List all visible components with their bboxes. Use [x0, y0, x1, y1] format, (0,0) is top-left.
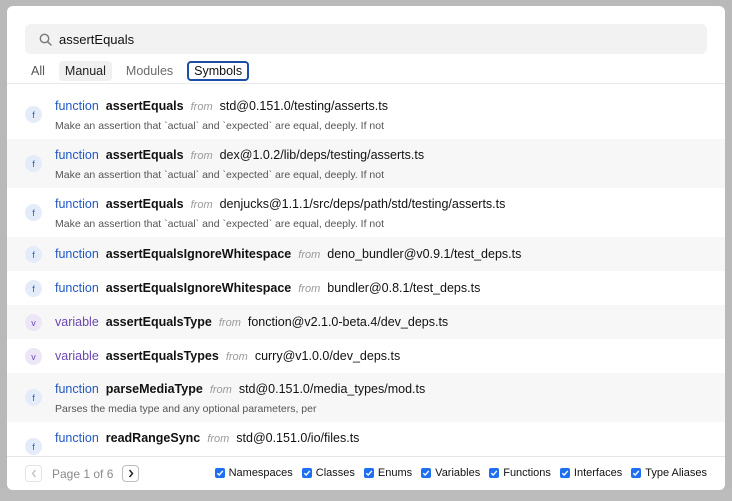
result-from: from — [218, 317, 241, 329]
filter-label: Namespaces — [228, 467, 293, 479]
filter-namespaces[interactable]: Namespaces — [214, 467, 293, 479]
search-bar — [25, 24, 707, 54]
tab-divider — [7, 83, 725, 84]
result-description: Make an assertion that `actual` and `exp… — [55, 120, 384, 132]
checkbox-checked-icon[interactable] — [489, 468, 500, 478]
tab-modules[interactable]: Modules — [120, 61, 179, 81]
filter-label: Variables — [435, 467, 481, 479]
filter-label: Enums — [377, 467, 413, 479]
result-row[interactable]: f function assertEqualsIgnoreWhitespace … — [7, 237, 725, 271]
result-path: bundler@0.8.1/test_deps.ts — [327, 281, 481, 295]
result-row[interactable]: f function assertEquals from denjucks@1.… — [7, 188, 725, 237]
checkbox-checked-icon[interactable] — [301, 468, 312, 478]
function-badge-icon: f — [25, 389, 42, 406]
prev-page-button[interactable] — [25, 465, 42, 482]
result-symbol: assertEquals — [105, 99, 184, 113]
tab-symbols[interactable]: Symbols — [187, 61, 250, 81]
checkbox-checked-icon[interactable] — [214, 468, 225, 478]
result-path: std@0.151.0/io/files.ts — [236, 431, 360, 445]
chevron-left-icon — [31, 469, 36, 478]
result-from: from — [190, 101, 213, 113]
result-from: from — [207, 433, 230, 445]
filter-type-aliases[interactable]: Type Aliases — [631, 467, 707, 479]
result-kind: function — [55, 247, 99, 261]
result-from: from — [209, 384, 232, 396]
results-list: f function assertEquals from std@0.151.0… — [7, 90, 725, 471]
result-kind: function — [55, 148, 99, 162]
result-symbol: assertEqualsIgnoreWhitespace — [105, 247, 292, 261]
result-path: std@0.151.0/media_types/mod.ts — [238, 382, 426, 396]
result-symbol: assertEqualsTypes — [105, 349, 219, 363]
checkbox-checked-icon[interactable] — [363, 468, 374, 478]
filter-label: Interfaces — [573, 467, 623, 479]
kind-filters: Namespaces Classes Enums Variables Funct… — [206, 467, 707, 479]
filter-functions[interactable]: Functions — [489, 467, 551, 479]
tab-all[interactable]: All — [25, 61, 51, 81]
result-from: from — [298, 249, 321, 261]
result-description: Make an assertion that `actual` and `exp… — [55, 169, 384, 181]
filter-classes[interactable]: Classes — [301, 467, 355, 479]
search-icon — [37, 31, 53, 47]
symbol-search-modal: All Manual Modules Symbols f function as… — [7, 6, 725, 490]
result-path: std@0.151.0/testing/asserts.ts — [219, 99, 388, 113]
filter-label: Functions — [503, 467, 551, 479]
result-kind: function — [55, 99, 99, 113]
variable-badge-icon: v — [25, 314, 42, 331]
result-from: from — [225, 351, 248, 363]
result-row[interactable]: v variable assertEqualsTypes from curry@… — [7, 339, 725, 373]
result-kind: function — [55, 382, 99, 396]
function-badge-icon: f — [25, 204, 42, 221]
function-badge-icon: f — [25, 438, 42, 455]
next-page-button[interactable] — [122, 465, 139, 482]
filter-enums[interactable]: Enums — [363, 467, 413, 479]
result-row[interactable]: f function assertEqualsIgnoreWhitespace … — [7, 271, 725, 305]
result-symbol: parseMediaType — [105, 382, 203, 396]
variable-badge-icon: v — [25, 348, 42, 365]
result-row[interactable]: f function parseMediaType from std@0.151… — [7, 373, 725, 422]
result-row[interactable]: f function assertEquals from std@0.151.0… — [7, 90, 725, 139]
result-from: from — [190, 150, 213, 162]
function-badge-icon: f — [25, 246, 42, 263]
chevron-right-icon — [128, 469, 133, 478]
function-badge-icon: f — [25, 280, 42, 297]
search-input[interactable] — [59, 31, 659, 47]
result-symbol: assertEqualsIgnoreWhitespace — [105, 281, 292, 295]
result-from: from — [298, 283, 321, 295]
checkbox-checked-icon[interactable] — [631, 468, 642, 478]
result-kind: function — [55, 197, 99, 211]
filter-variables[interactable]: Variables — [421, 467, 480, 479]
result-path: fonction@v2.1.0-beta.4/dev_deps.ts — [247, 315, 449, 329]
result-description: Make an assertion that `actual` and `exp… — [55, 218, 384, 230]
checkbox-checked-icon[interactable] — [559, 468, 570, 478]
result-path: dex@1.0.2/lib/deps/testing/asserts.ts — [219, 148, 425, 162]
result-row[interactable]: f function assertEquals from dex@1.0.2/l… — [7, 139, 725, 188]
tab-manual[interactable]: Manual — [58, 61, 112, 81]
result-symbol: assertEquals — [105, 148, 184, 162]
filter-label: Type Aliases — [645, 467, 707, 479]
result-symbol: assertEquals — [105, 197, 184, 211]
function-badge-icon: f — [25, 106, 42, 123]
filter-interfaces[interactable]: Interfaces — [559, 467, 623, 479]
result-row[interactable]: v variable assertEqualsType from fonctio… — [7, 305, 725, 339]
result-path: curry@v1.0.0/dev_deps.ts — [254, 349, 401, 363]
checkbox-checked-icon[interactable] — [421, 468, 432, 478]
result-symbol: assertEqualsType — [105, 315, 212, 329]
result-path: denjucks@1.1.1/src/deps/path/std/testing… — [219, 197, 506, 211]
result-symbol: readRangeSync — [105, 431, 201, 445]
result-kind: function — [55, 281, 99, 295]
result-kind: function — [55, 431, 99, 445]
result-from: from — [190, 199, 213, 211]
tab-bar: All Manual Modules Symbols — [25, 60, 257, 82]
page-indicator: Page 1 of 6 — [52, 467, 114, 481]
result-description: Parses the media type and any optional p… — [55, 403, 317, 415]
result-kind: variable — [55, 315, 99, 329]
result-path: deno_bundler@v0.9.1/test_deps.ts — [327, 247, 522, 261]
function-badge-icon: f — [25, 155, 42, 172]
results-footer: Page 1 of 6 Namespaces Classes Enums Var… — [7, 456, 725, 490]
filter-label: Classes — [315, 467, 355, 479]
result-kind: variable — [55, 349, 99, 363]
